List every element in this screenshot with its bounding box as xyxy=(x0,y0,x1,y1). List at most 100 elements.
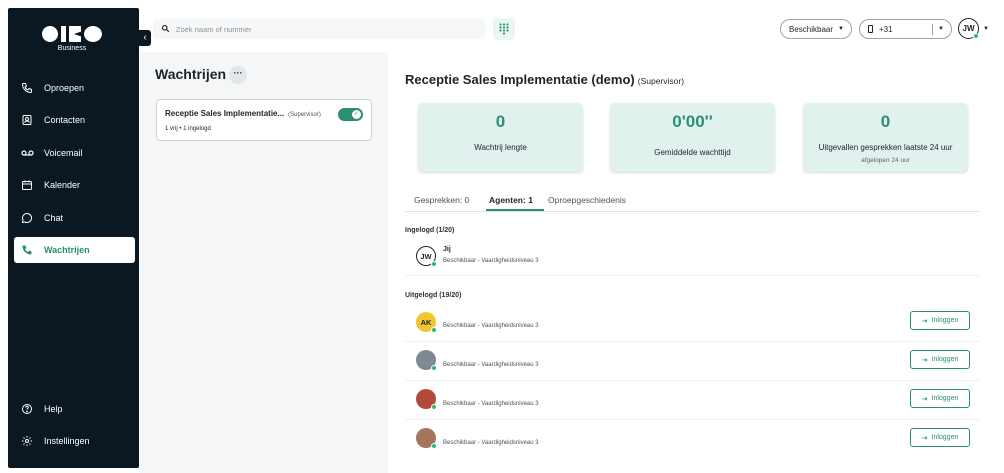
sidebar-item-label: Contacten xyxy=(44,115,86,125)
login-button[interactable]: ⇥ Inloggen xyxy=(910,311,970,330)
check-icon: ✓ xyxy=(352,110,361,119)
logo-mark xyxy=(32,26,112,42)
sidebar-item-label: Chat xyxy=(44,213,64,223)
sidebar-item-label: Voicemail xyxy=(44,148,83,158)
online-status-dot xyxy=(431,365,437,371)
sidebar-item-oproepen[interactable]: Oproepen xyxy=(14,75,135,101)
agent-status: Beschikbaar - Vaardigheidsniveau 3 xyxy=(443,401,539,407)
queue-toggle[interactable]: ✓ xyxy=(338,108,363,121)
stat-card-dropped-calls: 0 Uitgevallen gesprekken laatste 24 uur … xyxy=(803,103,968,172)
search-icon xyxy=(161,24,170,35)
sidebar-item-chat[interactable]: Chat xyxy=(14,205,135,231)
login-icon: ⇥ xyxy=(921,395,928,403)
stat-value: 0'00'' xyxy=(672,112,713,131)
active-tab-indicator xyxy=(486,209,544,211)
agent-avatar: JW xyxy=(416,246,438,268)
stat-label: Gemiddelde wachttijd xyxy=(654,148,731,157)
online-status-dot xyxy=(973,33,979,39)
agent-avatar xyxy=(416,428,438,450)
login-icon: ⇥ xyxy=(921,356,928,364)
search-placeholder: Zoek naam of nummer xyxy=(176,24,252,34)
dialpad-icon xyxy=(499,23,509,35)
login-icon: ⇥ xyxy=(921,434,928,442)
sidebar-item-label: Oproepen xyxy=(44,83,85,93)
login-button-label: Inloggen xyxy=(931,317,959,324)
agent-avatar: AK xyxy=(416,312,438,334)
agent-avatar xyxy=(416,350,438,372)
login-button[interactable]: ⇥ Inloggen xyxy=(910,389,970,408)
agent-row: Beschikbaar - Vaardigheidsniveau 3 ⇥ Inl… xyxy=(405,342,980,381)
tab-oproepgeschiedenis[interactable]: Oproepgeschiedenis xyxy=(548,195,626,205)
chevron-down-icon: ▼ xyxy=(838,26,844,32)
help-icon xyxy=(20,402,34,416)
outgoing-number-dropdown[interactable]: +31 ▼ xyxy=(859,19,952,39)
agent-row: JW Jij Beschikbaar - Vaardigheidsniveau … xyxy=(405,239,980,276)
login-button-label: Inloggen xyxy=(931,395,959,402)
stat-card-avg-wait: 0'00'' Gemiddelde wachttijd xyxy=(610,103,775,172)
sidebar-item-help[interactable]: Help xyxy=(14,396,135,422)
sidebar-item-kalender[interactable]: Kalender xyxy=(14,172,135,198)
tab-bar: Gesprekken: 0 Agenten: 1 Oproepgeschiede… xyxy=(405,192,980,212)
agent-status: Beschikbaar - Vaardigheidsniveau 3 xyxy=(443,258,539,264)
login-button-label: Inloggen xyxy=(931,434,959,441)
dialpad-button[interactable] xyxy=(493,18,515,40)
login-button[interactable]: ⇥ Inloggen xyxy=(910,350,970,369)
more-options-button[interactable]: ··· xyxy=(229,66,247,84)
availability-label: Beschikbaar xyxy=(789,24,834,34)
logo: Business xyxy=(32,26,112,66)
agent-row: Beschikbaar - Vaardigheidsniveau 3 ⇥ Inl… xyxy=(405,420,980,459)
collapse-sidebar-button[interactable]: ‹ xyxy=(139,30,151,46)
phone-prefix: +31 xyxy=(879,24,893,34)
sidebar-item-voicemail[interactable]: Voicemail xyxy=(14,140,135,166)
queue-card[interactable]: Receptie Sales Implementatie... (Supervis… xyxy=(156,99,372,141)
stat-label: Wachtrij lengte xyxy=(474,143,527,152)
sidebar-item-contacten[interactable]: Contacten xyxy=(14,107,135,133)
stat-value: 0 xyxy=(495,112,506,131)
logged-in-header: Ingelogd (1/20) xyxy=(405,227,455,234)
tab-agenten[interactable]: Agenten: 1 xyxy=(489,195,533,205)
stat-card-queue-length: 0 Wachtrij lengte xyxy=(418,103,583,172)
sidebar-item-instellingen[interactable]: Instellingen xyxy=(14,428,135,454)
calendar-icon xyxy=(20,178,34,192)
user-initials: JW xyxy=(962,24,975,33)
agent-status: Beschikbaar - Vaardigheidsniveau 3 xyxy=(443,362,539,368)
sidebar-item-label: Kalender xyxy=(44,180,81,190)
page-title: Receptie Sales Implementatie (demo) (Supe… xyxy=(405,72,684,87)
login-icon: ⇥ xyxy=(921,317,928,325)
queue-role: (Supervisor) xyxy=(288,112,321,118)
login-button-label: Inloggen xyxy=(931,356,959,363)
phone-icon xyxy=(20,81,34,95)
sidebar-item-label: Wachtrijen xyxy=(44,245,90,255)
online-status-dot xyxy=(431,404,437,410)
agent-status: Beschikbaar - Vaardigheidsniveau 3 xyxy=(443,323,539,329)
queue-phone-icon xyxy=(20,243,34,257)
user-avatar[interactable]: JW xyxy=(958,18,979,39)
queues-title: Wachtrijen xyxy=(155,66,227,82)
contacts-icon xyxy=(20,113,34,127)
agent-row: AK Beschikbaar - Vaardigheidsniveau 3 ⇥ … xyxy=(405,305,980,342)
online-status-dot xyxy=(431,443,437,449)
chevron-down-icon: ▼ xyxy=(938,26,944,32)
app: Business ‹ Oproepen Contacten Voicemail xyxy=(0,0,1004,473)
queue-name: Receptie Sales Implementatie... (Supervis… xyxy=(165,109,321,118)
stat-sublabel: afgelopen 24 uur xyxy=(861,157,910,164)
agent-status: Beschikbaar - Vaardigheidsniveau 3 xyxy=(443,440,539,446)
sidebar-item-label: Instellingen xyxy=(44,436,90,446)
logged-out-header: Uitgelogd (19/20) xyxy=(405,292,462,299)
online-status-dot xyxy=(431,327,437,333)
tab-gesprekken[interactable]: Gesprekken: 0 xyxy=(414,195,469,205)
queue-meta: 1 vrij • 1 ingelogd xyxy=(165,126,211,132)
agent-name: Jij xyxy=(443,246,451,253)
login-button[interactable]: ⇥ Inloggen xyxy=(910,428,970,447)
voicemail-icon xyxy=(20,146,34,160)
page-title-role: (Supervisor) xyxy=(637,76,685,86)
logo-subtitle: Business xyxy=(57,45,87,52)
sidebar-item-wachtrijen[interactable]: Wachtrijen xyxy=(14,237,135,263)
stat-value: 0 xyxy=(880,112,891,131)
agent-avatar xyxy=(416,389,438,411)
search-input[interactable]: Zoek naam of nummer xyxy=(153,19,485,39)
chat-icon xyxy=(20,211,34,225)
user-menu-chevron-icon[interactable]: ▼ xyxy=(983,26,989,32)
divider xyxy=(932,24,933,35)
availability-dropdown[interactable]: Beschikbaar ▼ xyxy=(780,19,852,39)
